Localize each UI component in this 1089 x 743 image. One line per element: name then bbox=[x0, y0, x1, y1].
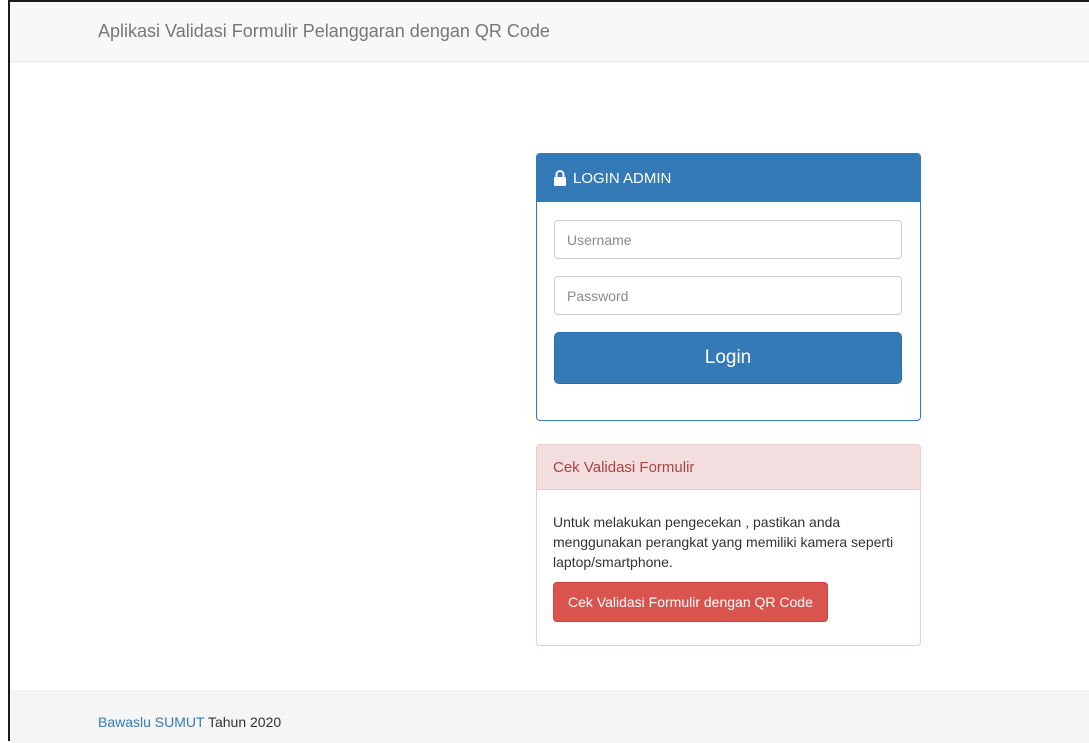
login-button[interactable]: Login bbox=[554, 332, 902, 384]
login-panel-heading: LOGIN ADMIN bbox=[537, 154, 920, 202]
qr-validation-button[interactable]: Cek Validasi Formulir dengan QR Code bbox=[553, 582, 828, 622]
username-input[interactable] bbox=[554, 220, 902, 259]
validation-panel-body: Untuk melakukan pengecekan , pastikan an… bbox=[537, 490, 920, 622]
footer-text: Bawaslu SUMUT Tahun 2020 bbox=[98, 714, 281, 730]
login-panel-body: Login bbox=[537, 202, 920, 384]
validation-description: Untuk melakukan pengecekan , pastikan an… bbox=[553, 514, 894, 570]
login-panel: LOGIN ADMIN Login bbox=[536, 153, 921, 421]
validation-panel-heading: Cek Validasi Formulir bbox=[537, 445, 920, 490]
navbar: Aplikasi Validasi Formulir Pelanggaran d… bbox=[10, 2, 1089, 62]
footer-link-bawaslu[interactable]: Bawaslu SUMUT bbox=[98, 714, 204, 730]
navbar-brand[interactable]: Aplikasi Validasi Formulir Pelanggaran d… bbox=[98, 21, 550, 42]
footer-year: Tahun 2020 bbox=[204, 714, 282, 730]
validation-panel-title: Cek Validasi Formulir bbox=[553, 458, 695, 476]
lock-icon bbox=[553, 170, 567, 186]
password-input[interactable] bbox=[554, 276, 902, 315]
app-window: Aplikasi Validasi Formulir Pelanggaran d… bbox=[8, 0, 1089, 743]
validation-panel: Cek Validasi Formulir Untuk melakukan pe… bbox=[536, 444, 921, 646]
footer: Bawaslu SUMUT Tahun 2020 bbox=[10, 690, 1089, 743]
login-panel-title: LOGIN ADMIN bbox=[573, 169, 672, 187]
